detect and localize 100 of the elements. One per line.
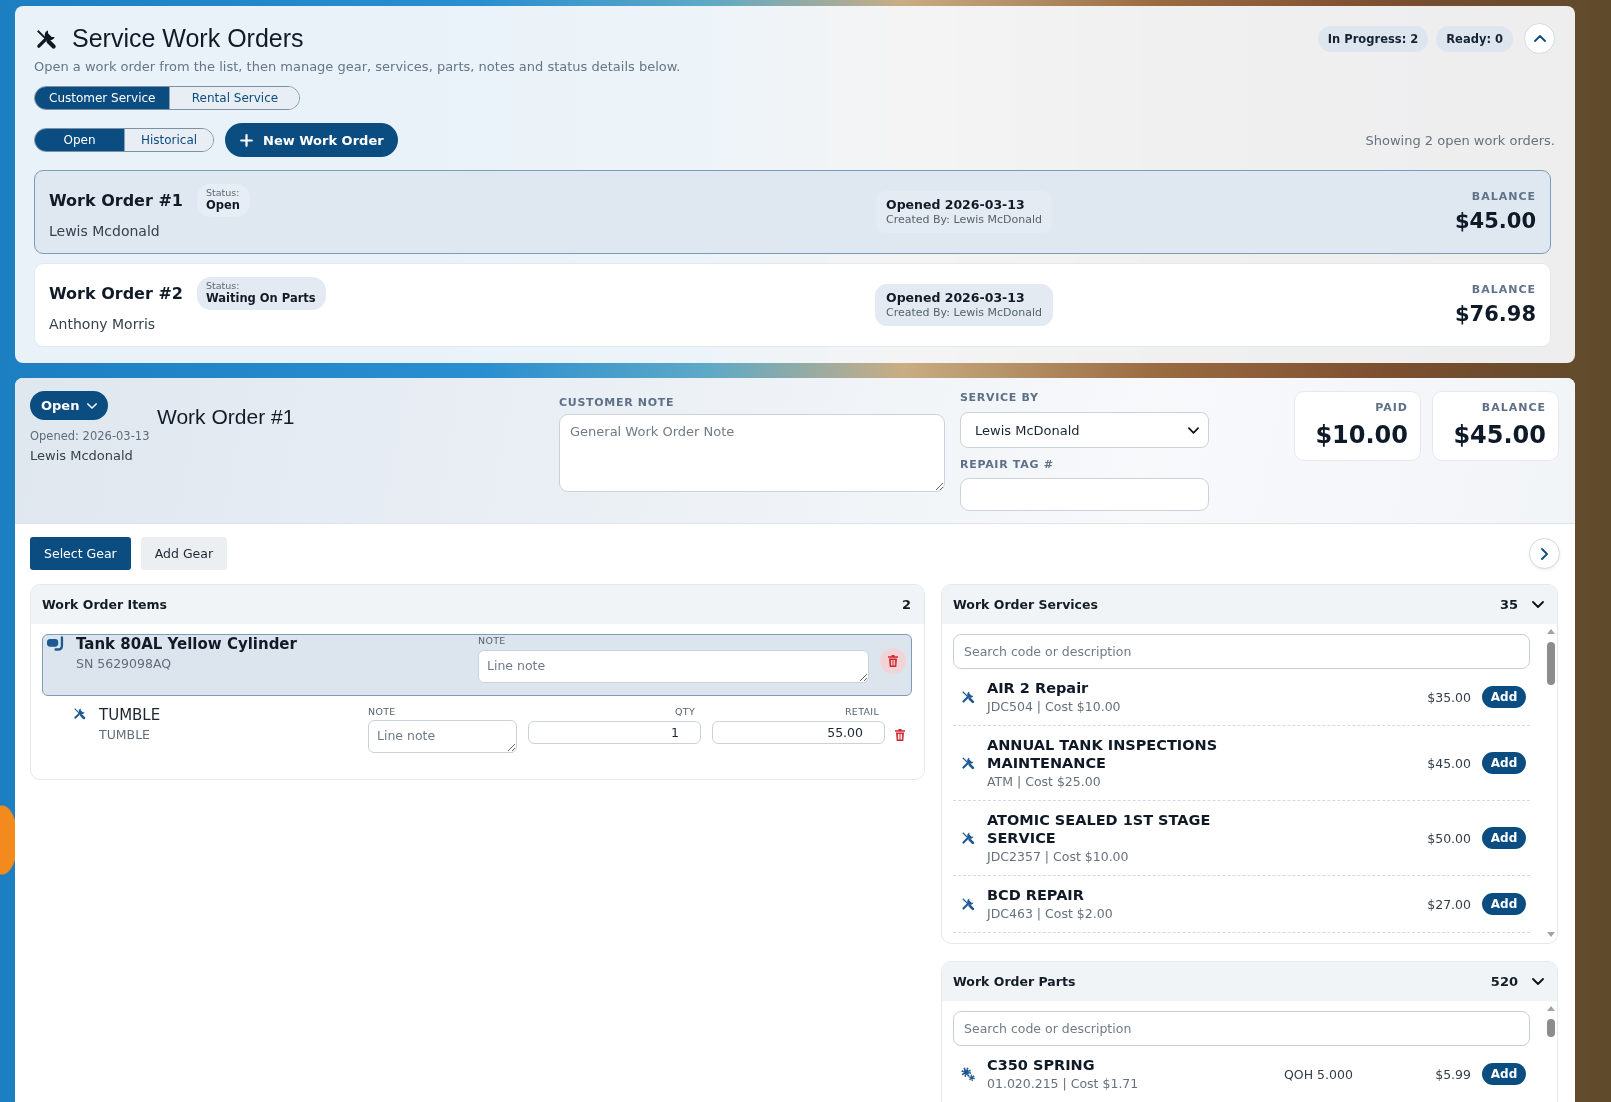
service-code: TUMBLE (99, 727, 151, 743)
chevron-down-icon[interactable] (1532, 601, 1544, 608)
stock-quantity: QOH 5.000 (1284, 1066, 1354, 1082)
item-detail: JDC463 | Cost $2.00 (987, 906, 1114, 922)
field-label: NOTE (478, 635, 507, 647)
line-note-field[interactable]: Line note (368, 720, 517, 753)
scroll-up-icon[interactable] (1546, 1006, 1555, 1011)
chevron-up-icon (1533, 35, 1546, 42)
field-label: RETAIL (843, 706, 880, 718)
panel-count: 35 (1499, 597, 1518, 612)
total-amount: $10.00 (1314, 420, 1408, 450)
item-detail: JDC2357 | Cost $10.00 (987, 849, 1130, 865)
panel-title: Work Order Items (42, 597, 168, 612)
status-filter-tab[interactable]: Historical (124, 129, 213, 151)
new-work-order-button[interactable]: New Work Order (225, 123, 398, 157)
gear-name: Tank 80AL Yellow Cylinder (76, 635, 298, 653)
line-note-field[interactable]: Line note (478, 650, 869, 683)
work-order-title: Work Order #1 (49, 191, 183, 210)
work-order-title: Work Order #1 (157, 404, 295, 430)
chevron-down-icon (1188, 426, 1199, 434)
panel-title: Work Order Services (953, 597, 1098, 612)
opened-date: Opened: 2026-03-13 (30, 428, 150, 444)
collapse-button[interactable] (1524, 23, 1555, 54)
status-value: Waiting On Parts (205, 291, 316, 306)
status-label: Status: (205, 187, 240, 198)
total-label: BALANCE (1480, 401, 1546, 415)
field-label: REPAIR TAG # (960, 458, 1055, 472)
service-name: TUMBLE (99, 706, 161, 724)
page-subtitle: Open a work order from the list, then manage gear, services, parts, notes and status details below. (34, 59, 681, 75)
delete-button[interactable] (880, 648, 906, 674)
customer-note-field[interactable]: General Work Order Note (559, 414, 945, 492)
trash-icon (888, 655, 898, 667)
repair-tag-field[interactable] (960, 478, 1209, 511)
tools-icon (961, 831, 975, 845)
field-label: NOTE (368, 706, 397, 718)
balance-amount: $76.98 (1454, 301, 1536, 327)
work-order-title: Work Order #2 (49, 284, 183, 303)
item-price: $50.00 (1426, 830, 1471, 846)
item-name: ATOMIC SEALED 1ST STAGE SERVICE (987, 811, 1212, 847)
item-detail: JDC504 | Cost $10.00 (987, 699, 1122, 715)
tools-icon (961, 690, 975, 704)
plus-icon (240, 133, 253, 147)
add-button[interactable]: Add (1482, 827, 1526, 849)
balance-label: BALANCE (1471, 283, 1536, 297)
balance-amount: $45.00 (1454, 208, 1536, 234)
search-field[interactable]: Search code or description (953, 1011, 1530, 1046)
total-label: PAID (1374, 401, 1408, 415)
status-filter-tab[interactable]: Open (35, 129, 124, 151)
cogs-icon (961, 1067, 975, 1081)
qty-field[interactable]: 1 (528, 721, 701, 744)
item-price: $45.00 (1426, 755, 1471, 771)
next-button[interactable] (1529, 538, 1560, 569)
balance-label: BALANCE (1471, 190, 1536, 204)
item-name: BCD REPAIR (987, 886, 1085, 904)
field-label: CUSTOMER NOTE (559, 396, 676, 410)
created-by: Created By: Lewis McDonald (886, 306, 1042, 320)
add-button[interactable]: Add (1482, 1063, 1526, 1085)
item-price: $27.00 (1426, 896, 1471, 912)
panel-count: 2 (901, 597, 911, 612)
add-button[interactable]: Add (1482, 752, 1526, 774)
customer-name: Lewis Mcdonald (49, 222, 161, 240)
chevron-right-icon (1541, 547, 1548, 560)
created-by: Created By: Lewis McDonald (886, 213, 1042, 227)
gear-mode-tab[interactable]: Select Gear (30, 537, 131, 570)
field-label: QTY (674, 706, 696, 718)
work-order-card[interactable]: Work Order #2 Status: Waiting On Parts Anthony Morris Opened 2026-03-13 Created By: Lewis McDonald BALANCE $76.98 (34, 263, 1551, 347)
retail-field[interactable]: 55.00 (712, 721, 885, 744)
customer-name: Lewis Mcdonald (30, 448, 133, 464)
search-field[interactable]: Search code or description (953, 634, 1530, 669)
page-title: Service Work Orders (72, 23, 304, 54)
chevron-down-icon[interactable] (1532, 978, 1544, 985)
item-price: $35.00 (1426, 689, 1471, 705)
scroll-down-icon[interactable] (1546, 932, 1555, 937)
tools-icon (961, 897, 975, 911)
item-name: AIR 2 Repair (987, 679, 1090, 697)
item-name: C350 SPRING (987, 1056, 1096, 1074)
add-button[interactable]: Add (1482, 893, 1526, 915)
serial-number: SN 5629098AQ (76, 656, 173, 672)
item-detail: 01.020.215 | Cost $1.71 (987, 1076, 1140, 1092)
service-type-tab[interactable]: Rental Service (169, 87, 300, 109)
diving-mask-icon (47, 636, 65, 651)
scroll-up-icon[interactable] (1546, 629, 1555, 634)
status-label: Status: (205, 280, 241, 291)
gear-mode-tab[interactable]: Add Gear (140, 537, 228, 570)
tools-icon (73, 707, 86, 720)
status-dropdown[interactable]: Open (30, 391, 109, 420)
trash-icon[interactable] (895, 729, 905, 741)
service-by-select[interactable]: Lewis McDonald (960, 412, 1209, 448)
item-detail: ATM | Cost $25.00 (987, 774, 1102, 790)
tools-icon (35, 27, 57, 50)
add-button[interactable]: Add (1482, 686, 1526, 708)
total-amount: $45.00 (1452, 420, 1546, 450)
work-order-card[interactable]: Work Order #1 Status: Open Lewis Mcdonald Opened 2026-03-13 Created By: Lewis McDonald BALANCE $45.00 (34, 170, 1551, 254)
panel-title: Work Order Parts (953, 974, 1076, 989)
scrollbar-thumb[interactable] (1546, 1019, 1555, 1037)
opened-date: Opened 2026-03-13 (886, 197, 1026, 213)
service-type-tab[interactable]: Customer Service (35, 87, 170, 109)
list-summary: Showing 2 open work orders. (1365, 132, 1555, 148)
scrollbar-thumb[interactable] (1546, 642, 1555, 685)
gear-row[interactable]: Tank 80AL Yellow Cylinder SN 5629098AQ NOTE Line note (42, 634, 912, 696)
